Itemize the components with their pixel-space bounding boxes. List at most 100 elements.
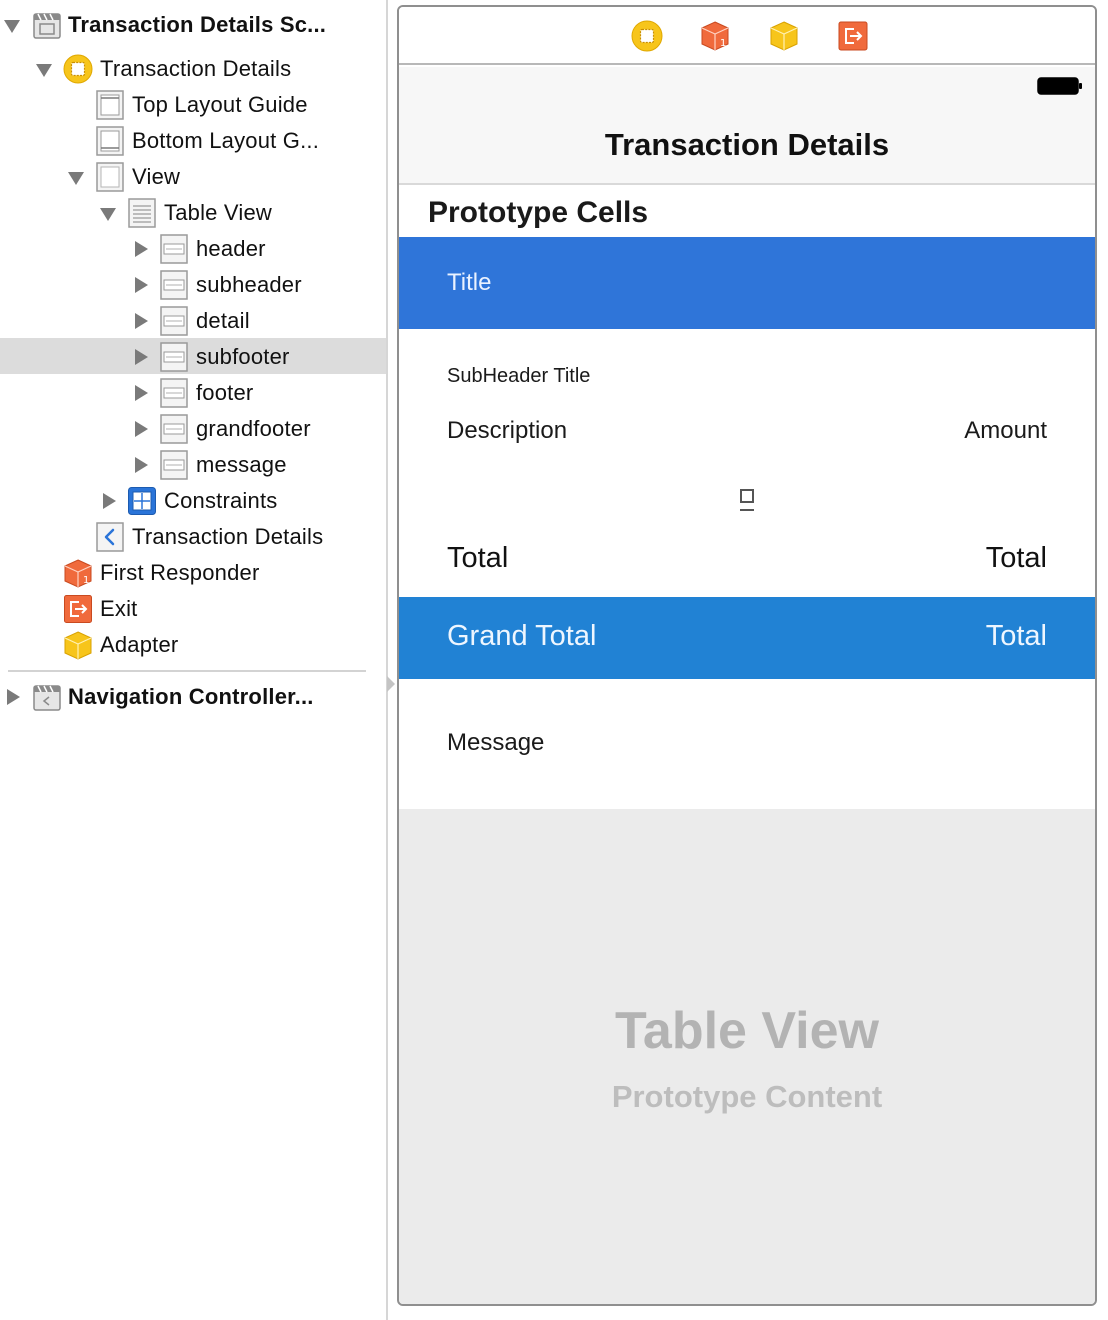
disclosure-closed-icon[interactable] [132,277,148,293]
segue-arrow-icon [387,676,395,692]
table-cell-icon [160,414,188,444]
outline-row-first-responder[interactable]: 1 First Responder [0,554,386,590]
outline-row-cell-subfooter[interactable]: subfooter [0,338,386,374]
outline-row-cell-message[interactable]: message [0,446,386,482]
view-controller-icon[interactable] [631,20,663,52]
total-label: Total [447,542,509,574]
disclosure-closed-icon[interactable] [100,493,116,509]
outline-label: View [132,164,181,189]
table-cell-icon [160,450,188,480]
object-icon[interactable] [768,20,800,52]
disclosure-closed-icon[interactable] [132,421,148,437]
disclosure-closed-icon[interactable] [132,349,148,365]
outline-row-cell-grandfooter[interactable]: grandfooter [0,410,386,446]
outline-label: header [196,236,266,261]
navigation-item-icon [96,522,124,552]
svg-text:1: 1 [720,38,726,49]
outline-label: Bottom Layout G... [132,128,320,153]
disclosure-open-icon[interactable] [68,169,84,185]
scene-dock: 1 [399,7,1095,65]
outline-label: footer [196,380,254,405]
svg-text:1: 1 [83,575,89,586]
grandfooter-cell[interactable]: Grand Total Total [399,597,1095,679]
storyboard-scene-icon [33,13,61,39]
disclosure-closed-icon[interactable] [132,313,148,329]
outline-label: Table View [164,200,272,225]
table-cell-icon [160,306,188,336]
outline-row-view[interactable]: View [0,158,386,194]
outline-row-view-controller[interactable]: Transaction Details [0,50,386,86]
outline-label: Transaction Details [132,524,324,549]
storyboard-scene-icon [33,685,61,711]
table-view-placeholder: Table View Prototype Content [399,809,1095,1304]
outline-separator [8,670,366,672]
navigation-title: Transaction Details [604,127,890,162]
outline-row-adapter[interactable]: Adapter [0,626,386,662]
outline-row-cell-header[interactable]: header [0,230,386,266]
outline-row-bottom-layout-guide[interactable]: Bottom Layout G... [0,122,386,158]
table-cell-icon [160,234,188,264]
disclosure-closed-icon[interactable] [4,689,20,705]
outline-row-cell-subheader[interactable]: subheader [0,266,386,302]
outline-label: Navigation Controller... [68,684,314,709]
outline-row-exit[interactable]: Exit [0,590,386,626]
outline-label: subheader [196,272,302,297]
message-cell[interactable]: Message [399,679,1095,809]
description-label: Description [447,417,568,444]
navigation-bar: Transaction Details [399,67,1095,185]
document-outline: Transaction Details Sc... Transaction De… [0,0,386,1320]
outline-label: grandfooter [196,416,311,441]
outline-label: Top Layout Guide [132,92,308,117]
grand-total-label: Grand Total [447,620,597,652]
subfooter-cell[interactable] [399,465,1095,523]
exit-icon[interactable] [837,20,869,52]
outline-label: Constraints [164,488,278,513]
outline-label: Adapter [100,632,179,657]
outline-row-cell-footer[interactable]: footer [0,374,386,410]
disclosure-closed-icon[interactable] [132,457,148,473]
disclosure-open-icon[interactable] [36,61,52,77]
constraints-icon [128,487,156,515]
subheader-cell[interactable]: SubHeader Title [399,329,1095,403]
view-controller-scene[interactable]: 1 Transaction Details Prototype Cells Ti… [397,5,1097,1306]
outline-row-constraints[interactable]: Constraints [0,482,386,518]
object-icon [64,631,92,660]
message-label: Message [447,729,545,756]
view-icon [96,162,124,192]
table-cell-icon [160,342,188,372]
table-cell-icon [160,270,188,300]
first-responder-icon[interactable]: 1 [699,20,731,52]
disclosure-closed-icon[interactable] [132,241,148,257]
outline-label: First Responder [100,560,260,585]
outline-row-table-view[interactable]: Table View [0,194,386,230]
disclosure-open-icon[interactable] [100,205,116,221]
outline-label: detail [196,308,250,333]
exit-icon [64,595,92,623]
outline-label: subfooter [196,344,290,369]
disclosure-closed-icon[interactable] [132,385,148,401]
battery-icon [1037,77,1082,95]
view-controller-icon [63,54,93,84]
outline-label: Transaction Details [100,56,292,81]
detail-cell[interactable]: Description Amount [399,403,1095,465]
placeholder-subtitle: Prototype Content [611,1079,883,1114]
outline-label: Transaction Details Sc... [68,12,327,37]
table-view-icon [128,198,156,228]
total-value-label: Total [985,542,1047,574]
layout-guide-icon [96,90,124,120]
selection-handle-icon[interactable] [740,489,754,503]
amount-label: Amount [964,417,1047,444]
disclosure-open-icon[interactable] [4,17,20,33]
outline-row-navigation-item[interactable]: Transaction Details [0,518,386,554]
prototype-cells-header: Prototype Cells [399,187,1095,237]
outline-row-transaction-details-scene[interactable]: Transaction Details Sc... [0,6,386,42]
footer-cell[interactable]: Total Total [399,511,1095,597]
title-label: Title [447,269,492,296]
outline-label: Exit [100,596,138,621]
outline-row-cell-detail[interactable]: detail [0,302,386,338]
outline-row-navigation-controller-scene[interactable]: Navigation Controller... [0,678,386,714]
header-cell[interactable]: Title [399,237,1095,329]
outline-row-top-layout-guide[interactable]: Top Layout Guide [0,86,386,122]
outline-label: message [196,452,287,477]
layout-guide-icon [96,126,124,156]
